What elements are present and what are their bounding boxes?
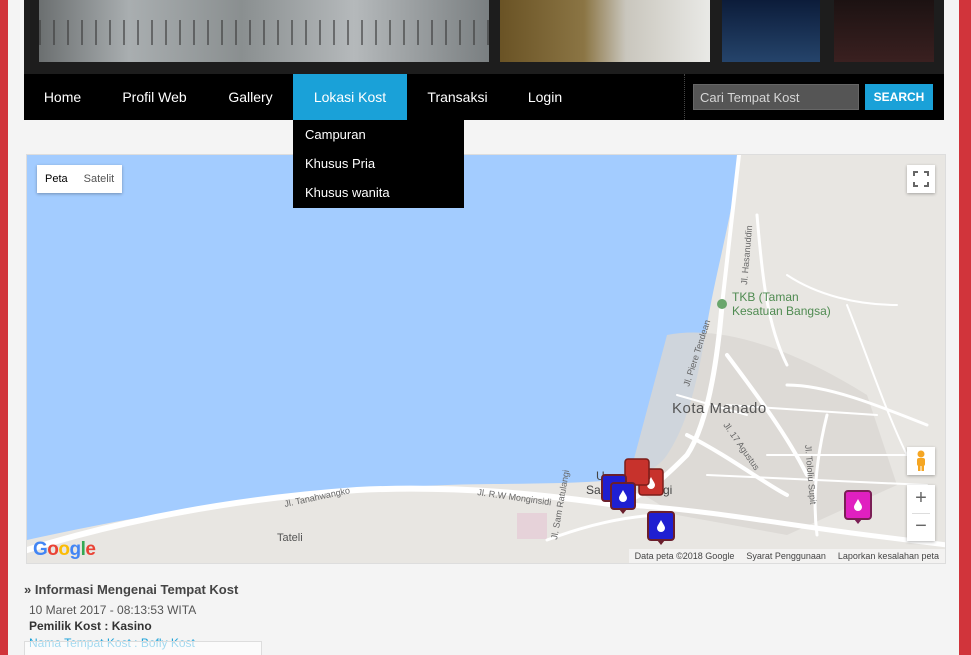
zoom-control: + − [907, 485, 935, 541]
lokasi-kost-dropdown: Campuran Khusus Pria Khusus wanita [293, 120, 464, 208]
map-label-partial-gi: gi [663, 483, 672, 497]
nav-home[interactable]: Home [24, 74, 101, 120]
marker-campuran-3 [647, 511, 675, 545]
info-date: 10 Maret 2017 - 08:13:53 WITA [29, 603, 197, 617]
marker-pria-2 [624, 458, 650, 486]
nav-gallery[interactable]: Gallery [208, 74, 293, 120]
bottom-overlay-box [24, 641, 262, 655]
main-navbar: Home Profil Web Gallery Lokasi Kost Tran… [24, 74, 944, 120]
map-label-tkb-2: Kesatuan Bangsa) [732, 304, 831, 318]
map-attribution: Data peta ©2018 Google Syarat Penggunaan… [628, 549, 945, 563]
banner-photo-room [834, 0, 934, 62]
fullscreen-button[interactable] [907, 165, 935, 193]
map-label-kota-manado: Kota Manado [672, 400, 767, 417]
banner-photo-night [722, 0, 820, 62]
nav-login[interactable]: Login [508, 74, 582, 120]
nav-transaksi[interactable]: Transaksi [407, 74, 508, 120]
left-border-stripe [0, 0, 8, 655]
fullscreen-icon [913, 171, 929, 187]
marker-wanita [844, 490, 872, 524]
nav-divider [684, 74, 685, 120]
pegman-icon [917, 450, 925, 471]
nav-lokasi-kost[interactable]: Lokasi Kost [293, 74, 407, 120]
dropdown-item-campuran[interactable]: Campuran [293, 120, 464, 149]
map-type-peta-button[interactable]: Peta [37, 165, 76, 193]
google-logo[interactable]: Google [33, 539, 96, 561]
info-owner: Pemilik Kost : Kasino [29, 619, 152, 633]
info-section-title: » Informasi Mengenai Tempat Kost [24, 582, 239, 597]
map-label-tateli: Tateli [277, 532, 303, 544]
map-label-partial-sa: Sa [586, 483, 601, 497]
zoom-in-button[interactable]: + [907, 485, 935, 513]
right-border-stripe [959, 0, 971, 655]
page-container: Home Profil Web Gallery Lokasi Kost Tran… [24, 0, 946, 655]
nav-profil-web[interactable]: Profil Web [101, 74, 208, 120]
search-button[interactable]: SEARCH [865, 84, 933, 110]
street-view-pegman-button[interactable] [907, 447, 935, 475]
map-canvas: Kota Manado TKB (Taman Kesatuan Bangsa) … [27, 155, 945, 563]
map-type-control: Peta Satelit [37, 165, 123, 193]
map-type-satelit-button[interactable]: Satelit [76, 165, 123, 193]
attribution-report-link[interactable]: Laporkan kesalahan peta [832, 549, 945, 563]
dropdown-item-khusus-wanita[interactable]: Khusus wanita [293, 178, 464, 207]
banner-photo-car [500, 0, 710, 62]
header-banner [24, 0, 944, 74]
zoom-separator [912, 513, 930, 514]
banner-photo-gate [39, 0, 489, 62]
google-map[interactable]: Kota Manado TKB (Taman Kesatuan Bangsa) … [26, 154, 946, 564]
attribution-data: Data peta ©2018 Google [634, 551, 735, 561]
dropdown-item-khusus-pria[interactable]: Khusus Pria [293, 149, 464, 178]
marker-campuran-2 [610, 482, 636, 514]
attribution-terms-link[interactable]: Syarat Penggunaan [740, 549, 832, 563]
map-label-tkb-1: TKB (Taman [732, 290, 799, 304]
zoom-out-button[interactable]: − [907, 513, 935, 541]
search-input[interactable] [693, 84, 859, 110]
